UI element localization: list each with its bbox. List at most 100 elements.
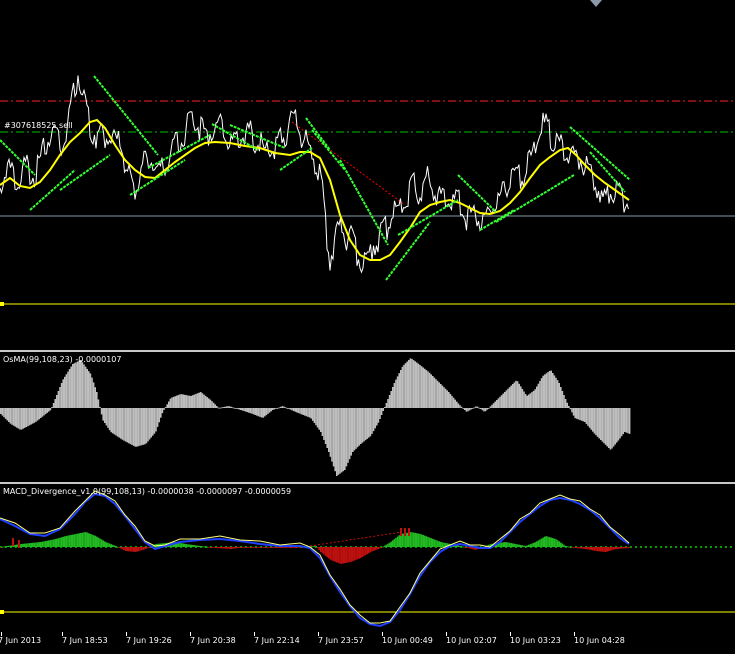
osma-bar bbox=[516, 381, 519, 408]
osma-bar bbox=[270, 408, 272, 412]
osma-bar bbox=[547, 372, 549, 408]
osma-pane[interactable]: OsMA(99,108,23) -0.0000107 bbox=[0, 352, 735, 482]
osma-bar bbox=[240, 408, 242, 410]
macd-histogram-bar bbox=[364, 547, 367, 556]
macd-histogram-bar bbox=[360, 547, 362, 558]
macd-histogram-bar bbox=[222, 547, 224, 549]
time-label: 7 Jun 18:53 bbox=[62, 636, 108, 645]
trend-segment bbox=[59, 154, 111, 191]
macd-histogram-bar bbox=[580, 547, 583, 549]
osma-bar bbox=[241, 408, 244, 411]
osma-bar bbox=[358, 408, 360, 446]
macd-histogram-bar bbox=[392, 540, 394, 547]
macd-histogram-bar bbox=[260, 547, 263, 548]
macd-histogram-bar bbox=[468, 547, 471, 549]
trend-segment bbox=[311, 129, 346, 171]
osma-bar bbox=[9, 408, 12, 424]
macd-histogram-bar bbox=[547, 536, 549, 547]
osma-bar bbox=[356, 408, 359, 448]
osma-bar bbox=[592, 408, 594, 432]
macd-histogram-bar bbox=[232, 547, 234, 549]
macd-histogram-bar bbox=[225, 547, 228, 549]
macd-histogram-bar bbox=[24, 543, 26, 547]
osma-bar bbox=[470, 408, 472, 410]
osma-bar bbox=[390, 391, 392, 408]
macd-histogram-bar bbox=[214, 547, 216, 548]
macd-histogram-bar bbox=[536, 541, 538, 547]
price-chart-canvas[interactable] bbox=[0, 0, 735, 350]
macd-histogram-bar bbox=[126, 547, 128, 552]
osma-bar bbox=[326, 408, 328, 448]
osma-bar bbox=[412, 360, 415, 408]
osma-bar bbox=[144, 408, 146, 445]
osma-bar bbox=[542, 375, 544, 408]
osma-bar bbox=[529, 393, 532, 408]
osma-bar bbox=[496, 400, 498, 408]
osma-bar bbox=[369, 408, 372, 437]
osma-bar bbox=[11, 408, 13, 425]
macd-histogram-bar bbox=[0, 547, 2, 548]
osma-bar bbox=[156, 408, 159, 427]
macd-histogram-bar bbox=[244, 547, 247, 548]
macd-histogram-bar bbox=[99, 538, 101, 547]
macd-histogram-bar bbox=[436, 540, 439, 547]
osma-bar bbox=[36, 408, 39, 421]
macd-histogram-bar bbox=[617, 547, 620, 549]
osma-bar bbox=[620, 408, 623, 437]
trend-segment bbox=[279, 147, 313, 171]
macd-histogram-bar bbox=[289, 547, 292, 548]
osma-bar bbox=[289, 408, 292, 410]
scroll-marker-icon[interactable] bbox=[590, 0, 602, 8]
main-chart-pane[interactable]: #307618525 sell bbox=[0, 0, 735, 350]
macd-histogram-bar bbox=[220, 547, 223, 549]
osma-bar bbox=[480, 408, 482, 409]
macd-histogram-bar bbox=[91, 534, 93, 547]
macd-histogram-bar bbox=[337, 547, 340, 564]
macd-histogram-bar bbox=[388, 542, 391, 547]
macd-histogram-bar bbox=[560, 542, 562, 547]
macd-histogram-bar bbox=[224, 547, 226, 549]
time-label: 10 Jun 00:49 bbox=[382, 636, 433, 645]
macd-histogram-bar bbox=[515, 544, 517, 547]
osma-bar bbox=[627, 408, 629, 434]
osma-bar bbox=[449, 393, 452, 408]
macd-histogram-bar bbox=[240, 547, 242, 548]
osma-bar bbox=[275, 408, 277, 409]
macd-histogram-bar bbox=[612, 547, 615, 550]
osma-bar bbox=[348, 408, 351, 460]
osma-bar bbox=[112, 408, 114, 434]
osma-bar bbox=[464, 408, 466, 410]
macd-histogram-bar bbox=[361, 547, 364, 558]
osma-bar bbox=[280, 406, 282, 408]
osma-bar bbox=[379, 408, 381, 419]
osma-bar bbox=[585, 408, 588, 424]
osma-bar bbox=[481, 408, 484, 411]
osma-bar bbox=[328, 408, 330, 452]
osma-bar bbox=[41, 408, 44, 417]
osma-bar bbox=[206, 397, 208, 408]
macd-histogram-bar bbox=[371, 547, 373, 552]
macd-histogram-bar bbox=[524, 545, 527, 547]
osma-bar bbox=[52, 403, 55, 408]
macd-histogram-bar bbox=[550, 537, 552, 547]
macd-histogram-bar bbox=[627, 547, 629, 549]
osma-bar bbox=[564, 399, 567, 408]
osma-bar bbox=[452, 397, 455, 408]
macd-histogram-bar bbox=[192, 544, 194, 547]
osma-bar bbox=[364, 408, 367, 441]
macd-histogram-bar bbox=[22, 543, 24, 547]
macd-histogram-bar bbox=[435, 540, 437, 547]
macd-histogram-bar bbox=[318, 547, 320, 551]
osma-bar bbox=[134, 408, 136, 447]
osma-bar bbox=[219, 407, 221, 409]
osma-bar bbox=[441, 385, 444, 408]
macd-pane[interactable]: MACD_Divergence_v1.0(99,108,13) -0.00000… bbox=[0, 484, 735, 632]
macd-histogram-bar bbox=[587, 547, 589, 550]
osma-bar bbox=[3, 408, 5, 418]
divergence-marker bbox=[408, 528, 410, 536]
osma-bar bbox=[324, 408, 327, 444]
macd-histogram-bar bbox=[358, 547, 360, 559]
osma-bar bbox=[371, 408, 373, 434]
macd-histogram-bar bbox=[569, 546, 572, 548]
macd-histogram-bar bbox=[438, 541, 440, 547]
